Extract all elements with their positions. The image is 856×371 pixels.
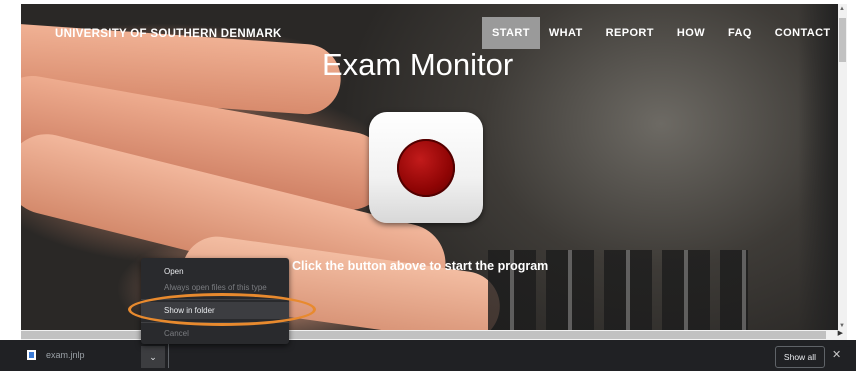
download-file-name[interactable]: exam.jnlp: [46, 350, 85, 360]
nav-start[interactable]: START: [482, 17, 540, 49]
vertical-scrollbar[interactable]: ▲ ▼: [838, 4, 847, 330]
record-icon: [397, 139, 455, 197]
download-separator: [168, 343, 169, 368]
chevron-down-icon: ⌄: [149, 352, 157, 362]
download-bar: exam.jnlp: [0, 340, 856, 371]
nav-contact[interactable]: CONTACT: [766, 17, 840, 49]
left-gutter: [0, 0, 21, 340]
main-nav: START WHAT REPORT HOW FAQ CONTACT: [482, 17, 840, 49]
download-menu-button[interactable]: ⌄: [141, 346, 165, 368]
hero-shade: [798, 4, 838, 330]
scroll-up-icon[interactable]: ▲: [839, 6, 845, 12]
nav-how[interactable]: HOW: [668, 17, 714, 49]
show-all-button[interactable]: Show all: [775, 346, 825, 368]
page-title: Exam Monitor: [322, 47, 514, 82]
vertical-scroll-thumb[interactable]: [839, 18, 846, 62]
close-icon[interactable]: ✕: [832, 348, 841, 361]
site-brand[interactable]: UNIVERSITY OF SOUTHERN DENMARK: [55, 28, 282, 40]
menu-item-cancel[interactable]: Cancel: [141, 325, 289, 342]
menu-item-open[interactable]: Open: [141, 263, 289, 280]
nav-faq[interactable]: FAQ: [719, 17, 761, 49]
start-record-button[interactable]: [369, 112, 483, 223]
right-edge: [847, 0, 856, 340]
annotation-ellipse: [128, 293, 316, 326]
file-icon: [27, 350, 36, 360]
nav-what[interactable]: WHAT: [540, 17, 592, 49]
scroll-right-icon[interactable]: ▶: [838, 329, 843, 337]
start-hint: Click the button above to start the prog…: [292, 259, 549, 273]
nav-report[interactable]: REPORT: [597, 17, 663, 49]
